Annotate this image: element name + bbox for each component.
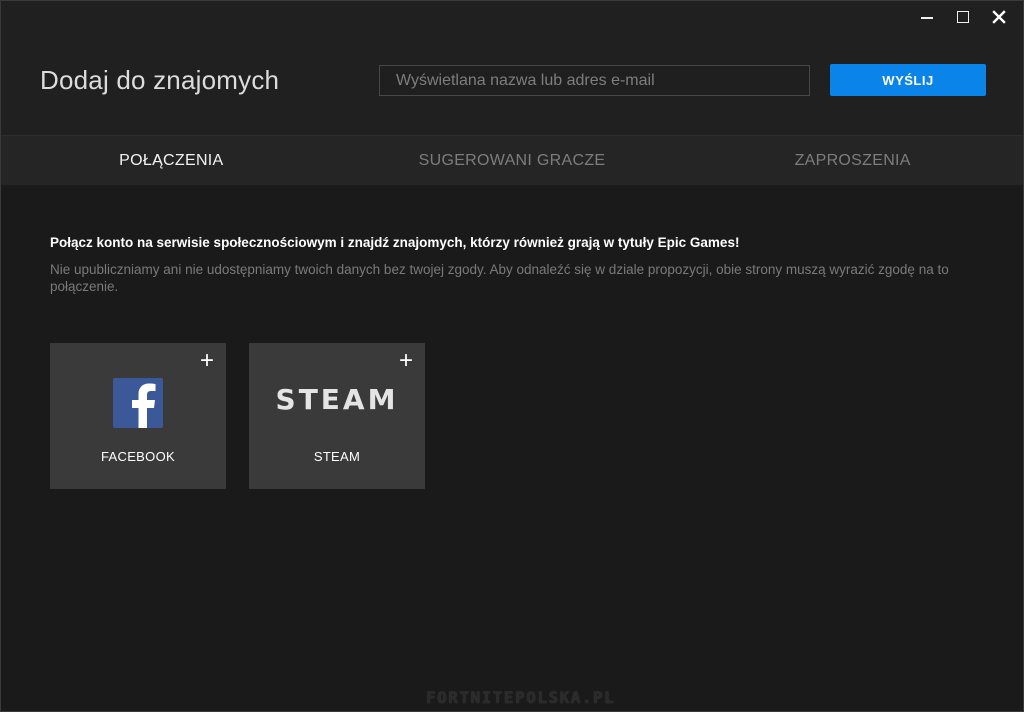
add-icon: + — [199, 347, 214, 374]
facebook-logo-icon — [113, 378, 163, 428]
minimize-icon — [921, 17, 933, 19]
send-button[interactable]: WYŚLIJ — [830, 64, 986, 96]
tab-connections[interactable]: POŁĄCZENIA — [1, 136, 342, 185]
steam-card-label: STEAM — [313, 449, 361, 464]
page-title: Dodaj do znajomych — [40, 65, 280, 95]
tab-suggested-players[interactable]: SUGEROWANI GRACZE — [342, 136, 683, 185]
facebook-card-label: FACEBOOK — [101, 449, 175, 464]
connect-heading: Połącz konto na serwisie społecznościowy… — [50, 235, 740, 250]
display-name-or-email-input[interactable] — [379, 65, 810, 96]
tab-invitations[interactable]: ZAPROSZENIA — [682, 136, 1023, 185]
privacy-description: Nie upubliczniamy ani nie udostępniamy t… — [50, 262, 949, 294]
tab-bar: POŁĄCZENIA SUGEROWANI GRACZE ZAPROSZENIA — [1, 136, 1023, 186]
window-controls — [917, 7, 1009, 27]
maximize-button[interactable] — [953, 7, 973, 27]
close-icon — [992, 10, 1006, 24]
add-friends-window: Dodaj do znajomych WYŚLIJ POŁĄCZENIA SUG… — [0, 0, 1024, 712]
facebook-connect-card[interactable]: + FACEBOOK — [50, 343, 226, 489]
steam-logo: STEAM — [275, 383, 399, 416]
connection-cards: + FACEBOOK + STEAM STEAM — [50, 343, 425, 489]
maximize-icon — [957, 11, 969, 23]
watermark: FORTNITEPOLSKA.PL — [426, 688, 616, 707]
header: Dodaj do znajomych WYŚLIJ — [1, 1, 1023, 136]
close-button[interactable] — [989, 7, 1009, 27]
steam-connect-card[interactable]: + STEAM STEAM — [249, 343, 425, 489]
minimize-button[interactable] — [917, 7, 937, 27]
add-icon: + — [398, 347, 413, 374]
